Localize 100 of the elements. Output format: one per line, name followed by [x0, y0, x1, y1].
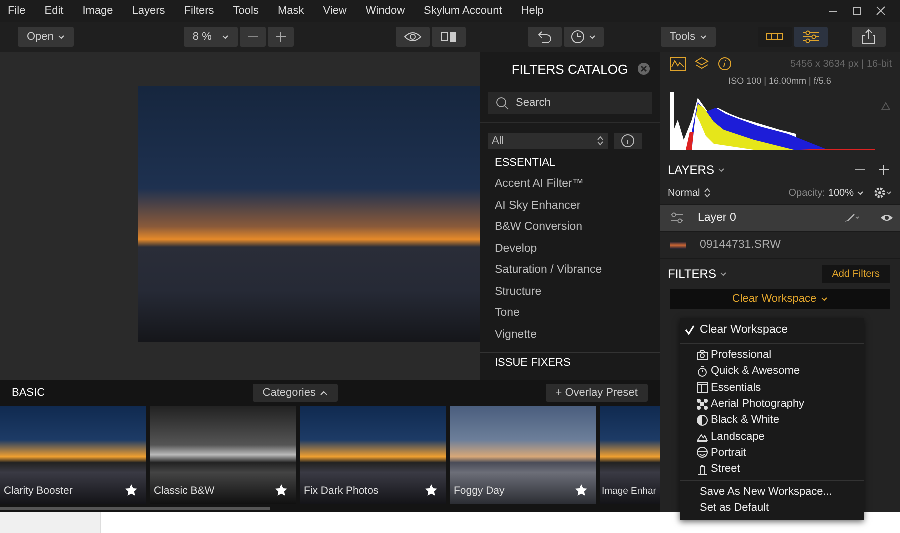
info-icon[interactable] — [718, 57, 732, 71]
workspace-dropdown[interactable]: Clear Workspace — [670, 289, 890, 309]
menu-item[interactable]: Tools — [233, 5, 259, 17]
contrast-icon — [697, 414, 708, 426]
filters-title[interactable]: FILTERS — [668, 267, 716, 281]
eye-icon[interactable] — [880, 213, 894, 223]
menu-item[interactable]: Layers — [132, 5, 166, 17]
menu-item[interactable]: Black & White — [680, 412, 864, 428]
category-dropdown[interactable]: All — [488, 133, 608, 149]
preset-name: Foggy Day — [454, 485, 505, 497]
preview-button[interactable] — [396, 27, 430, 47]
add-layer-icon[interactable] — [878, 164, 890, 176]
preset-name: Image Enhar — [602, 486, 656, 497]
zoom-in-button[interactable] — [268, 27, 294, 47]
share-icon — [862, 29, 876, 45]
preset-thumbnail[interactable]: Image Enhar — [600, 406, 660, 504]
menu-item[interactable]: View — [323, 5, 347, 17]
up-down-icon — [597, 136, 604, 146]
categories-button[interactable]: Categories — [252, 384, 338, 402]
caret-icon — [857, 190, 864, 196]
menu-item[interactable]: Mask — [278, 5, 304, 17]
layer-name: 09144731.SRW — [700, 239, 781, 251]
chevron-up-icon — [320, 390, 328, 396]
clipping-warning-icon[interactable] — [881, 102, 891, 111]
blend-mode-dropdown[interactable]: Normal — [668, 188, 712, 198]
menu-item[interactable]: Portrait — [680, 444, 864, 462]
menu-item[interactable]: Professional — [680, 347, 864, 364]
filter-item[interactable]: Vignette — [495, 324, 660, 346]
overlay-preset-button[interactable]: + Overlay Preset — [546, 384, 648, 402]
stopwatch-icon — [697, 366, 708, 377]
menu-item[interactable]: Image — [82, 5, 114, 17]
star-icon[interactable] — [275, 484, 288, 497]
filter-item[interactable]: Structure — [495, 282, 660, 303]
filter-item[interactable]: Tone — [495, 303, 660, 324]
undo-button[interactable] — [528, 27, 562, 47]
caret-icon — [58, 34, 65, 40]
layout-icon — [766, 33, 784, 41]
settings-icon[interactable] — [874, 187, 892, 199]
section-title: ESSENTIAL — [495, 156, 557, 171]
exif-info: ISO 100 | 16.00mm | f/5.6 — [728, 76, 832, 88]
menu-item[interactable]: Skylum Account — [424, 5, 502, 17]
opacity-label: Opacity: — [788, 188, 826, 198]
menu-item[interactable]: Filters — [184, 5, 214, 17]
preset-name: Classic B&W — [154, 485, 215, 497]
sliders-icon — [670, 212, 684, 224]
preset-thumbnail[interactable]: Clarity Booster — [0, 406, 146, 504]
menu-item[interactable]: Save As New Workspace... — [680, 484, 864, 500]
maximize-icon[interactable] — [852, 6, 862, 16]
histogram-icon[interactable] — [670, 57, 686, 71]
category-title: BASIC — [12, 387, 46, 399]
compare-button[interactable] — [432, 27, 466, 47]
minus-icon — [246, 36, 259, 38]
menu-item[interactable]: File — [8, 5, 26, 17]
caret-icon[interactable] — [718, 168, 726, 172]
menu-item[interactable]: Aerial Photography — [680, 396, 864, 412]
scrollbar-thumb[interactable] — [0, 507, 270, 510]
star-icon[interactable] — [425, 484, 438, 497]
preset-thumbnail[interactable]: Fix Dark Photos — [300, 406, 446, 504]
menu-item[interactable]: Quick & Awesome — [680, 363, 864, 380]
menu-item[interactable]: Help — [521, 5, 544, 17]
preset-name: Fix Dark Photos — [304, 485, 379, 497]
split-view-icon — [440, 31, 457, 43]
tools-button[interactable]: Tools — [660, 27, 716, 47]
star-icon[interactable] — [575, 484, 588, 497]
zoom-dropdown[interactable]: 8 % — [184, 27, 238, 47]
image-dimensions: 5456 x 3634 px | 16-bit — [790, 58, 892, 70]
search-field[interactable]: Search — [488, 92, 652, 114]
filter-item[interactable]: Accent AI Filter™ — [495, 174, 660, 196]
history-button[interactable] — [564, 27, 604, 47]
plus-icon — [274, 31, 287, 43]
adjustments-button[interactable] — [794, 27, 828, 47]
layers-icon[interactable] — [694, 57, 710, 71]
menu-item[interactable]: Essentials — [680, 380, 864, 396]
filter-item[interactable]: Saturation / Vibrance — [495, 260, 660, 282]
info-button[interactable] — [614, 133, 642, 149]
brush-icon[interactable] — [844, 213, 860, 223]
clock-icon — [571, 30, 586, 44]
menu-item[interactable]: Window — [366, 5, 406, 17]
undo-icon — [536, 30, 553, 44]
caret-icon — [589, 34, 596, 40]
opacity-dropdown[interactable]: 100% — [828, 188, 864, 198]
caret-icon[interactable] — [720, 272, 728, 276]
layer-row[interactable]: 09144731.SRW — [660, 231, 900, 258]
menu-item[interactable]: Landscape — [680, 428, 864, 445]
menu-item[interactable]: Set as Default — [680, 500, 864, 516]
menu-item[interactable]: Clear Workspace — [680, 320, 864, 340]
filter-item[interactable]: AI Sky Enhancer — [495, 196, 660, 217]
star-icon[interactable] — [125, 484, 138, 497]
close-icon[interactable] — [876, 6, 886, 16]
menu-item[interactable]: Street — [680, 461, 864, 478]
add-filters-button[interactable]: Add Filters — [822, 265, 890, 283]
filter-item[interactable]: Develop — [495, 238, 660, 260]
layers-title[interactable]: LAYERS — [668, 163, 714, 177]
layer-row[interactable]: Layer 0 — [660, 204, 900, 231]
open-button[interactable]: Open — [18, 27, 74, 47]
catalog-title: FILTERS CATALOG — [512, 62, 628, 76]
filter-item[interactable]: B&W Conversion — [495, 217, 660, 238]
preset-thumbnail[interactable]: Foggy Day — [450, 406, 596, 504]
share-button[interactable] — [852, 27, 886, 47]
menu-item[interactable]: Edit — [44, 5, 64, 17]
